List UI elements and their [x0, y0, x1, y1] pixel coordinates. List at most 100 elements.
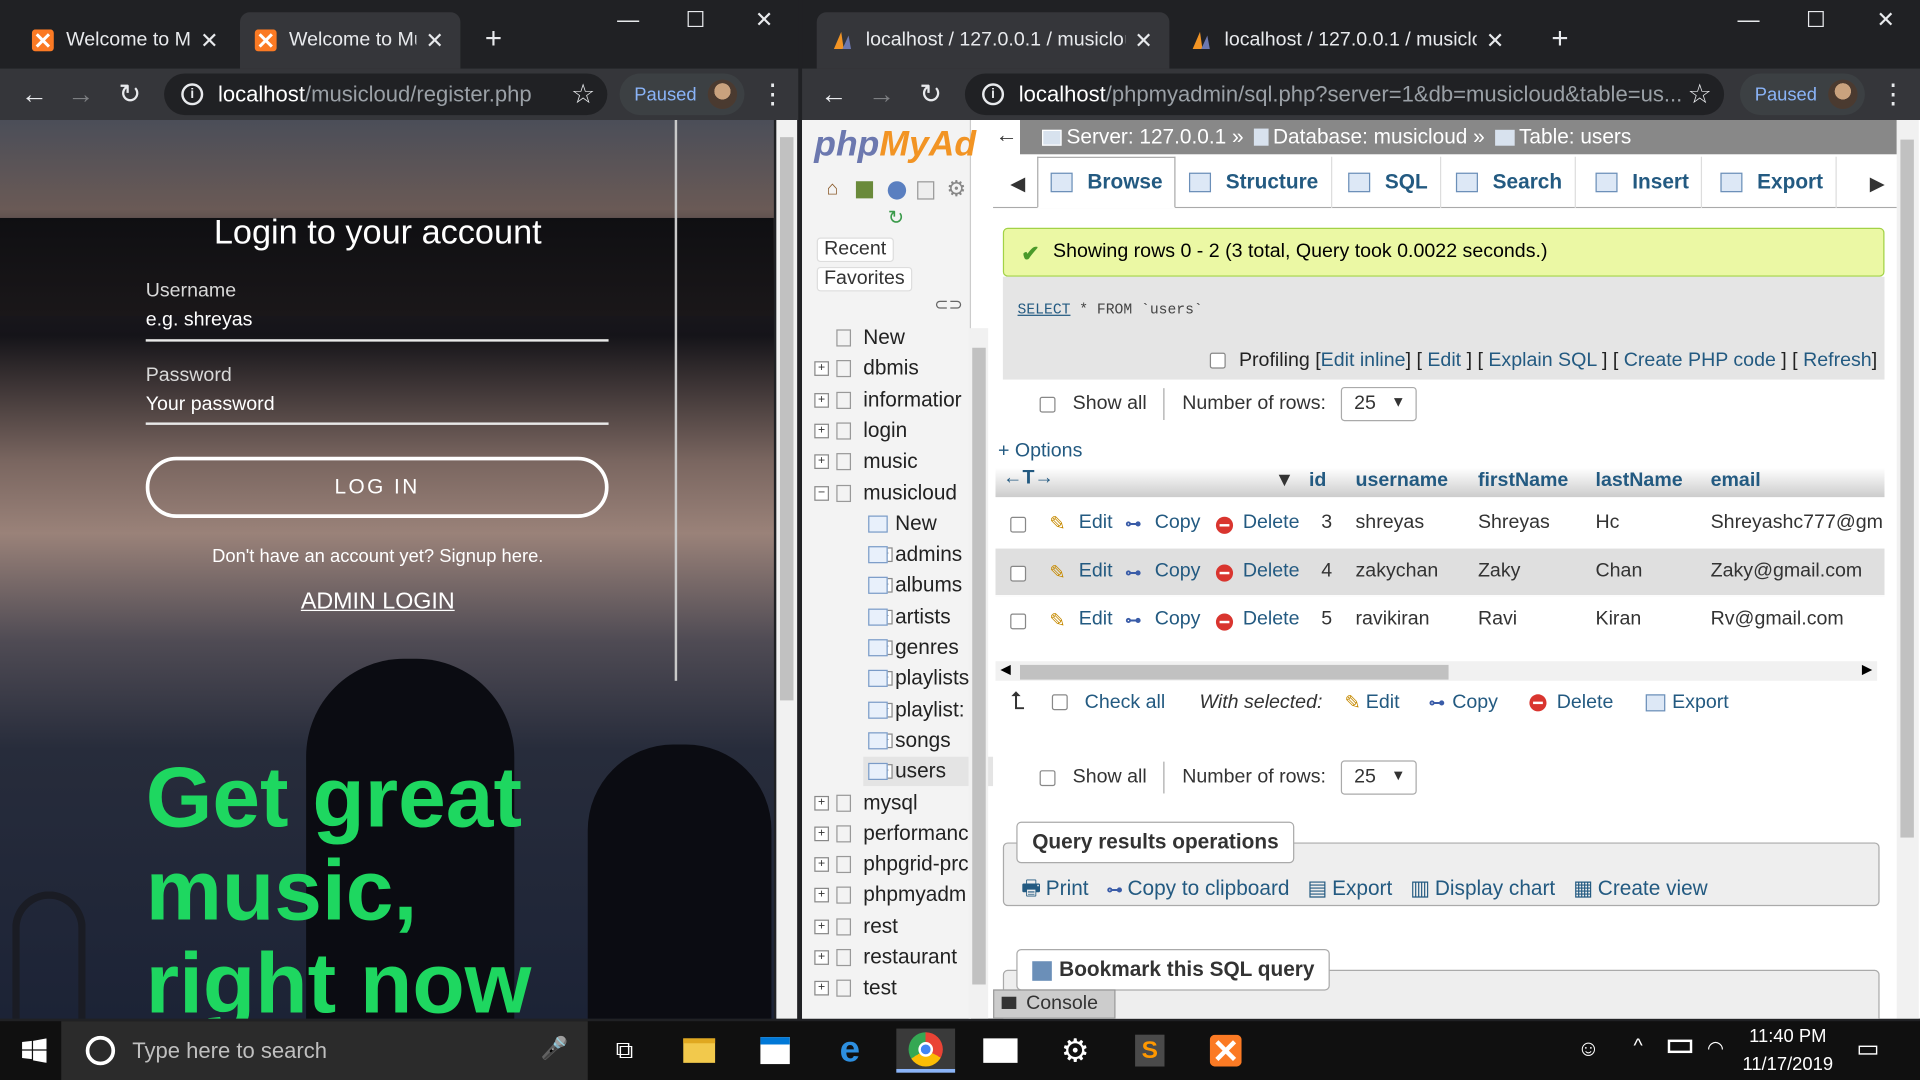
- phpmyadmin-logo[interactable]: phpMyAd: [814, 125, 976, 165]
- tab-search[interactable]: Search: [1444, 156, 1576, 209]
- expand-toggle-icon[interactable]: +: [814, 361, 829, 377]
- tree-item[interactable]: performanc: [863, 821, 968, 845]
- microphone-icon[interactable]: 🎤: [541, 1036, 568, 1062]
- menu-icon[interactable]: ⋮: [759, 78, 786, 110]
- collapse-nav-icon[interactable]: ←: [996, 122, 1018, 148]
- docs-icon[interactable]: [917, 181, 935, 200]
- copy-to-clipboard-link[interactable]: Copy to clipboard: [1127, 877, 1289, 900]
- export-link[interactable]: Export: [1332, 877, 1392, 900]
- address-bar[interactable]: i localhost/musicloud/register.php ☆: [164, 73, 608, 116]
- tree-item[interactable]: New: [863, 326, 905, 350]
- taskbar-search-box[interactable]: Type here to search 🎤: [61, 1021, 588, 1080]
- signup-link[interactable]: Don't have an account yet? Signup here.: [0, 546, 756, 567]
- reload-icon[interactable]: ↻: [913, 78, 947, 110]
- forward-icon[interactable]: →: [864, 78, 898, 110]
- tab-phpmyadmin-1[interactable]: localhost / 127.0.0.1 / musicloud ✕: [816, 12, 1170, 69]
- table-row[interactable]: ✎ Edit ⊶ Copy Delete 4 zakychan Zaky Chan Zaky@gm…: [995, 547, 1885, 596]
- recent-button[interactable]: Recent: [816, 237, 894, 263]
- minimize-icon[interactable]: —: [600, 7, 656, 33]
- nav-scrollbar[interactable]: [968, 328, 989, 1019]
- back-icon[interactable]: ←: [17, 78, 51, 110]
- expand-toggle-icon[interactable]: +: [814, 950, 829, 965]
- mail-icon[interactable]: [971, 1029, 1030, 1073]
- close-tab-icon[interactable]: ✕: [1133, 28, 1155, 54]
- edit-inline-link[interactable]: Edit inline: [1321, 350, 1406, 371]
- show-all-checkbox[interactable]: [1039, 769, 1056, 786]
- login-button[interactable]: LOG IN: [145, 456, 609, 518]
- bookmark-legend[interactable]: Bookmark this SQL query: [1016, 948, 1331, 991]
- expand-toggle-icon[interactable]: +: [814, 423, 829, 439]
- store-icon[interactable]: [746, 1029, 805, 1073]
- help-icon[interactable]: [887, 181, 907, 200]
- num-rows-select[interactable]: 25 ▼: [1340, 760, 1417, 795]
- check-all-checkbox[interactable]: [1051, 694, 1068, 711]
- clock[interactable]: 11:40 PM 11/17/2019: [1734, 1026, 1842, 1075]
- windows-start-icon[interactable]: [5, 1029, 64, 1073]
- wifi-icon[interactable]: ◠: [1707, 1036, 1724, 1060]
- breadcrumb-table[interactable]: Table: users: [1519, 125, 1631, 149]
- scroll-right-icon[interactable]: ▶: [1862, 661, 1872, 677]
- sql-query[interactable]: SELECT * FROM `users`: [1018, 301, 1203, 318]
- reload-nav-icon[interactable]: ↻: [888, 206, 904, 230]
- tree-item[interactable]: rest: [863, 914, 898, 938]
- row-edit-button[interactable]: Edit: [1079, 609, 1113, 631]
- link-icon[interactable]: ⊂⊃: [934, 294, 963, 315]
- scroll-tabs-left-icon[interactable]: ◀: [1010, 171, 1025, 195]
- logout-icon[interactable]: [855, 181, 874, 199]
- row-copy-button[interactable]: Copy: [1155, 609, 1201, 631]
- show-all-checkbox[interactable]: [1039, 396, 1056, 413]
- column-resize-arrows-icon[interactable]: ←T→: [1003, 468, 1054, 490]
- column-header-lastname[interactable]: lastName: [1596, 470, 1683, 492]
- table-horizontal-scrollbar[interactable]: ◀ ▶: [995, 661, 1878, 681]
- bulk-edit-button[interactable]: Edit: [1366, 691, 1400, 713]
- close-window-icon[interactable]: ✕: [736, 7, 792, 33]
- info-icon[interactable]: i: [982, 83, 1005, 106]
- scrollbar-thumb[interactable]: [1900, 139, 1914, 838]
- battery-icon[interactable]: [1667, 1039, 1693, 1054]
- new-tab-icon[interactable]: +: [1551, 22, 1568, 56]
- page-scrollbar[interactable]: [1896, 120, 1919, 1019]
- expand-toggle-icon[interactable]: +: [814, 888, 829, 903]
- explain-sql-link[interactable]: Explain SQL: [1488, 350, 1596, 371]
- column-header-id[interactable]: id: [1309, 470, 1326, 492]
- column-header-username[interactable]: username: [1356, 470, 1449, 492]
- maximize-icon[interactable]: ☐: [1788, 7, 1844, 33]
- tree-item[interactable]: admins: [895, 543, 962, 567]
- show-hidden-icons[interactable]: ^: [1633, 1036, 1642, 1058]
- expand-toggle-icon[interactable]: +: [814, 826, 829, 841]
- info-icon[interactable]: i: [181, 83, 204, 106]
- profile-button[interactable]: Paused: [619, 73, 745, 116]
- row-delete-button[interactable]: Delete: [1243, 609, 1300, 631]
- scroll-left-icon[interactable]: ◀: [1000, 661, 1010, 677]
- tree-item[interactable]: login: [863, 419, 907, 443]
- edit-link[interactable]: Edit: [1427, 350, 1461, 371]
- edge-icon[interactable]: e: [820, 1029, 879, 1073]
- sublime-text-icon[interactable]: S: [1120, 1029, 1179, 1073]
- tab-structure[interactable]: Structure: [1177, 156, 1332, 209]
- row-edit-button[interactable]: Edit: [1079, 512, 1113, 534]
- xampp-icon[interactable]: [1196, 1029, 1255, 1073]
- column-header-email[interactable]: email: [1711, 470, 1761, 492]
- tree-item[interactable]: restaurant: [863, 945, 957, 969]
- tree-item[interactable]: mysql: [863, 790, 917, 814]
- minimize-icon[interactable]: —: [1720, 7, 1776, 33]
- column-header-firstname[interactable]: firstName: [1478, 470, 1568, 492]
- expand-toggle-icon[interactable]: +: [814, 857, 829, 872]
- breadcrumb-server[interactable]: Server: 127.0.0.1 »: [1067, 125, 1244, 149]
- close-tab-icon[interactable]: ✕: [198, 28, 220, 54]
- tree-item[interactable]: New: [895, 512, 937, 536]
- bulk-delete-button[interactable]: Delete: [1557, 691, 1614, 713]
- refresh-link[interactable]: Refresh: [1803, 350, 1872, 371]
- address-bar[interactable]: i localhost/phpmyadmin/sql.php?server=1&…: [964, 73, 1725, 116]
- row-checkbox[interactable]: [1010, 514, 1027, 536]
- table-row[interactable]: ✎ Edit ⊶ Copy Delete 5 ravikiran Ravi Kiran Rv@gm…: [995, 596, 1885, 645]
- page-scrollbar[interactable]: [776, 120, 798, 1019]
- maximize-icon[interactable]: ☐: [667, 7, 723, 33]
- tree-item[interactable]: dbmis: [863, 357, 919, 381]
- scrollbar-thumb[interactable]: [780, 137, 794, 701]
- close-tab-icon[interactable]: ✕: [424, 28, 446, 54]
- new-tab-icon[interactable]: +: [485, 22, 502, 56]
- close-tab-icon[interactable]: ✕: [1484, 28, 1506, 54]
- profiling-checkbox[interactable]: [1210, 352, 1227, 369]
- chrome-icon[interactable]: [896, 1028, 956, 1073]
